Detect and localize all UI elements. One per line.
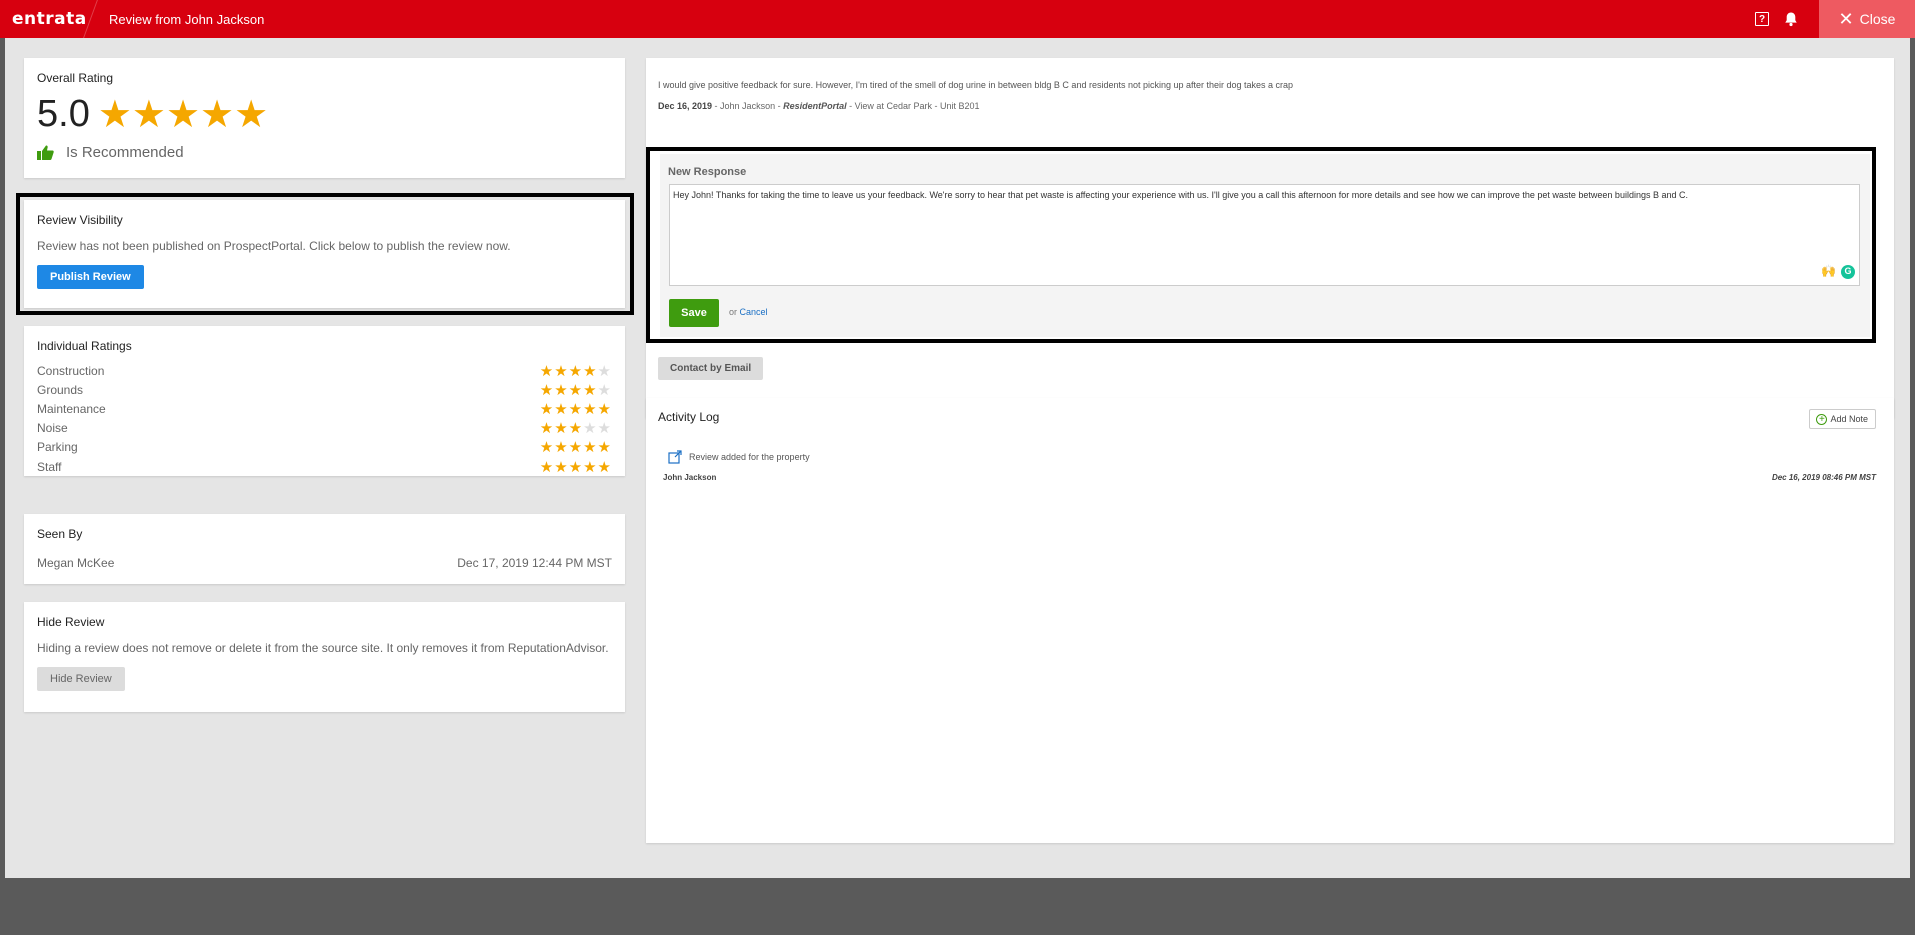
review-visibility-card: Review Visibility Review has not been pu… xyxy=(24,200,625,308)
individual-ratings-list: Construction ★★★★★ Grounds ★★★★★ Mainten… xyxy=(37,361,612,476)
contact-by-email-button[interactable]: Contact by Email xyxy=(658,357,764,380)
seen-by-card: Seen By Megan McKee Dec 17, 2019 12:44 P… xyxy=(24,514,625,584)
review-source: ResidentPortal xyxy=(783,101,847,111)
hide-review-description: Hiding a review does not remove or delet… xyxy=(37,641,609,655)
overall-score: 5.0 xyxy=(37,93,90,135)
publish-review-button[interactable]: Publish Review xyxy=(37,265,144,289)
response-textarea[interactable]: Hey John! Thanks for taking the time to … xyxy=(669,184,1860,286)
overall-rating-title: Overall Rating xyxy=(37,71,114,85)
top-bar-actions: ? ✕ Close xyxy=(1755,0,1915,38)
textarea-icons: 🙌 G xyxy=(1821,264,1855,280)
seen-by-date: Dec 17, 2019 12:44 PM MST xyxy=(457,556,612,570)
activity-log-entry: Review added for the property xyxy=(668,450,810,464)
stars-on: ★★★★★ xyxy=(539,400,612,418)
stars-on: ★★★★ xyxy=(539,381,598,399)
overall-rating: 5.0 ★★★★★ xyxy=(37,93,612,136)
activity-log-card: Activity Log + Add Note Review added for… xyxy=(646,398,1894,843)
rating-stars: ★★★★★ xyxy=(540,381,612,399)
raised-hands-icon[interactable]: 🙌 xyxy=(1821,264,1836,280)
rating-label: Maintenance xyxy=(37,401,106,416)
page-title: Review from John Jackson xyxy=(109,11,265,27)
entrata-logo[interactable]: entrata xyxy=(12,9,90,29)
modal-backdrop xyxy=(0,878,1915,935)
hide-review-button[interactable]: Hide Review xyxy=(37,667,125,691)
individual-ratings-card: Individual Ratings Construction ★★★★★ Gr… xyxy=(24,326,625,476)
new-response-label: New Response xyxy=(668,166,747,178)
review-meta: Dec 16, 2019 - John Jackson - ResidentPo… xyxy=(658,101,979,111)
add-note-label: Add Note xyxy=(1830,414,1868,424)
help-icon[interactable]: ? xyxy=(1755,12,1769,26)
review-visibility-description: Review has not been published on Prospec… xyxy=(37,239,511,253)
overall-rating-card: Overall Rating 5.0 ★★★★★ Is Recommended xyxy=(24,58,625,178)
rating-stars: ★★★★★ xyxy=(540,438,612,456)
hide-review-card: Hide Review Hiding a review does not rem… xyxy=(24,602,625,712)
rating-label: Construction xyxy=(37,363,105,378)
new-response-panel: New Response Hey John! Thanks for taking… xyxy=(660,154,1870,337)
stars-off: ★ xyxy=(597,362,612,380)
activity-log-title: Activity Log xyxy=(658,410,720,424)
rating-stars: ★★★★★ xyxy=(540,419,612,437)
cancel-link-wrap: or Cancel xyxy=(729,307,768,317)
stars-off: ★★ xyxy=(583,420,612,438)
rating-row-staff: Staff ★★★★★ xyxy=(37,457,612,476)
close-icon: ✕ xyxy=(1838,9,1854,29)
or-label: or xyxy=(729,307,738,317)
review-location: - View at Cedar Park - Unit B201 xyxy=(846,101,980,111)
activity-entry-date: Dec 16, 2019 08:46 PM MST xyxy=(1771,473,1876,482)
rating-row-maintenance: Maintenance ★★★★★ xyxy=(37,399,612,418)
review-text: I would give positive feedback for sure.… xyxy=(658,80,1294,90)
rating-label: Noise xyxy=(37,421,68,436)
external-edit-icon xyxy=(668,450,682,464)
save-button[interactable]: Save xyxy=(669,299,719,327)
seen-by-name: Megan McKee xyxy=(37,556,115,570)
stars-off: ★ xyxy=(597,381,612,399)
review-modal: Overall Rating 5.0 ★★★★★ Is Recommended … xyxy=(5,38,1910,878)
recommended-indicator: Is Recommended xyxy=(37,144,612,161)
close-button[interactable]: ✕ Close xyxy=(1819,0,1915,38)
top-bar: entrata Review from John Jackson ? ✕ Clo… xyxy=(0,0,1915,38)
plus-circle-icon: + xyxy=(1816,414,1828,425)
stars-on: ★★★★★ xyxy=(539,439,612,457)
review-visibility-title: Review Visibility xyxy=(37,213,123,227)
close-label: Close xyxy=(1859,11,1896,27)
rating-row-parking: Parking ★★★★★ xyxy=(37,438,612,457)
grammarly-icon[interactable]: G xyxy=(1841,265,1855,280)
overall-stars: ★★★★★ xyxy=(97,93,269,136)
rating-label: Staff xyxy=(37,459,62,474)
bell-icon[interactable] xyxy=(1783,11,1799,27)
review-date: Dec 16, 2019 xyxy=(658,101,713,111)
rating-stars: ★★★★★ xyxy=(540,400,612,418)
activity-entry-author: John Jackson xyxy=(663,473,717,482)
stars-on: ★★★★★ xyxy=(539,458,612,476)
add-note-button[interactable]: + Add Note xyxy=(1809,409,1876,429)
review-author: - John Jackson - xyxy=(712,101,784,111)
rating-label: Parking xyxy=(37,440,78,455)
rating-stars: ★★★★★ xyxy=(540,458,612,476)
rating-row-grounds: Grounds ★★★★★ xyxy=(37,380,612,399)
rating-row-construction: Construction ★★★★★ xyxy=(37,361,612,380)
seen-by-row: Megan McKee Dec 17, 2019 12:44 PM MST xyxy=(37,556,612,570)
recommended-label: Is Recommended xyxy=(66,144,184,161)
seen-by-title: Seen By xyxy=(37,527,83,541)
stars-on: ★★★★ xyxy=(539,362,598,380)
stars-on: ★★★ xyxy=(539,420,584,438)
cancel-link[interactable]: Cancel xyxy=(740,307,768,317)
individual-ratings-title: Individual Ratings xyxy=(37,339,132,353)
activity-entry-text: Review added for the property xyxy=(689,452,810,462)
thumbs-up-icon xyxy=(37,145,54,160)
rating-label: Grounds xyxy=(37,382,84,397)
rating-stars: ★★★★★ xyxy=(540,362,612,380)
hide-review-title: Hide Review xyxy=(37,615,105,629)
response-text: Hey John! Thanks for taking the time to … xyxy=(673,190,1688,200)
rating-row-noise: Noise ★★★★★ xyxy=(37,419,612,438)
review-detail-card: I would give positive feedback for sure.… xyxy=(646,58,1894,418)
